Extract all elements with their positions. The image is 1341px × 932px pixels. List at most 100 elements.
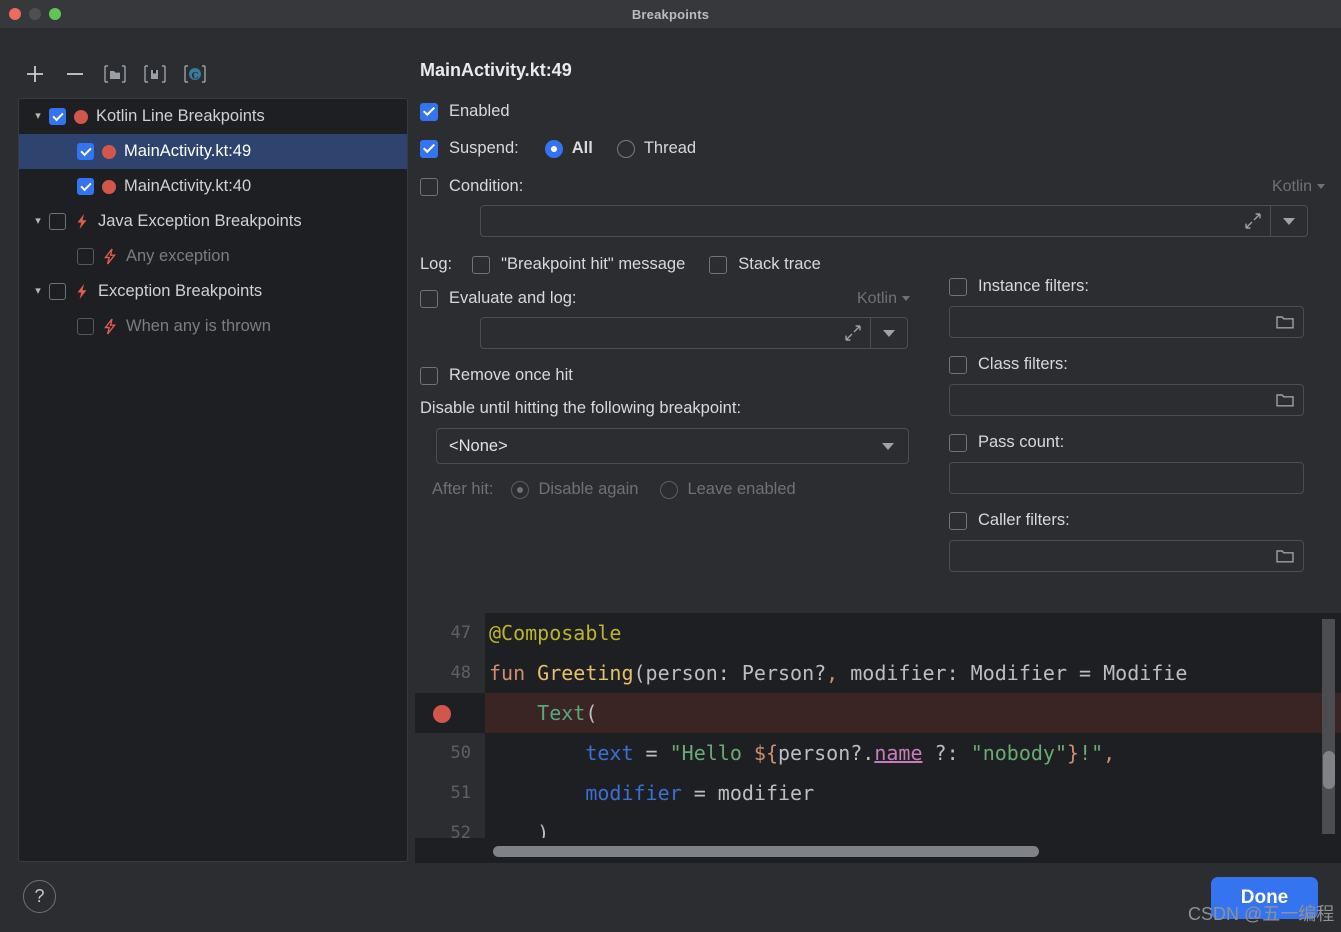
condition-checkbox[interactable]	[420, 178, 438, 196]
tree-row[interactable]: ▾ Java Exception Breakpoints	[19, 204, 407, 239]
breakpoints-tree[interactable]: ▾ Kotlin Line Breakpoints ▾ MainActivity…	[18, 98, 408, 862]
save-disk-icon	[142, 63, 168, 85]
add-breakpoint-button[interactable]	[18, 58, 52, 90]
suspend-all-label: All	[572, 139, 593, 158]
code-gutter[interactable]: 47 48 50 51 52	[415, 613, 485, 838]
tree-item-label: Java Exception Breakpoints	[98, 212, 302, 231]
code-horizontal-scrollbar[interactable]	[493, 846, 1341, 857]
code-vertical-scrollbar[interactable]	[1322, 619, 1335, 834]
exception-bolt-icon	[74, 283, 90, 300]
instance-filters-row[interactable]: Instance filters:	[949, 277, 1309, 296]
tree-row[interactable]: ▾ Kotlin Line Breakpoints	[19, 99, 407, 134]
evaluate-log-input[interactable]	[480, 317, 908, 349]
remove-once-hit-checkbox[interactable]	[420, 367, 438, 385]
class-filters-checkbox[interactable]	[949, 356, 967, 374]
help-button[interactable]: ?	[23, 880, 56, 913]
tree-item-label: Exception Breakpoints	[98, 282, 262, 301]
after-hit-disable-again-radio	[511, 481, 529, 499]
tree-item-checkbox[interactable]	[77, 178, 94, 195]
after-hit-leave-enabled-radio	[660, 481, 678, 499]
code-lines[interactable]: @Composable fun Greeting(person: Person?…	[485, 613, 1341, 838]
traffic-lights	[9, 8, 61, 20]
suspend-all-radio[interactable]	[545, 140, 563, 158]
gutter-line-number: 48	[415, 653, 485, 693]
gutter-breakpoint-marker[interactable]	[415, 693, 485, 733]
breakpoint-dot-icon	[102, 180, 116, 194]
tree-item-checkbox[interactable]	[49, 108, 66, 125]
page-title: MainActivity.kt:49	[420, 60, 1325, 81]
exception-bolt-icon	[102, 318, 118, 335]
window-title-bar: Breakpoints	[0, 0, 1341, 28]
chevron-down-icon[interactable]: ▾	[27, 111, 49, 122]
evaluate-and-log-row[interactable]: Evaluate and log: Kotlin	[420, 289, 910, 308]
chevron-down-icon[interactable]: ▾	[27, 216, 49, 227]
remove-breakpoint-button[interactable]	[58, 58, 92, 90]
tree-row[interactable]: ▾ MainActivity.kt:40	[19, 169, 407, 204]
suspend-row[interactable]: Suspend: All Thread	[420, 139, 1325, 158]
open-breakpoints-button[interactable]	[98, 58, 132, 90]
tree-row[interactable]: ▾ When any is thrown	[19, 309, 407, 344]
tree-item-checkbox[interactable]	[77, 248, 94, 265]
save-breakpoints-button[interactable]	[138, 58, 172, 90]
enabled-checkbox[interactable]	[420, 103, 438, 121]
disable-until-select[interactable]: <None>	[436, 428, 909, 464]
mute-breakpoints-button[interactable]: C	[178, 58, 212, 90]
code-line: modifier = modifier	[485, 773, 1341, 813]
folder-icon[interactable]	[1267, 313, 1303, 331]
caller-filters-input[interactable]	[949, 540, 1304, 572]
caller-filters-checkbox[interactable]	[949, 512, 967, 530]
suspend-checkbox[interactable]	[420, 140, 438, 158]
condition-row[interactable]: Condition: Kotlin	[420, 177, 1325, 196]
caller-filters-row[interactable]: Caller filters:	[949, 511, 1309, 530]
evaluate-language-selector[interactable]: Kotlin	[857, 290, 910, 308]
evaluate-history-dropdown[interactable]	[871, 330, 907, 337]
enabled-row[interactable]: Enabled	[420, 102, 1325, 121]
instance-filters-checkbox[interactable]	[949, 278, 967, 296]
scrollbar-thumb[interactable]	[1323, 751, 1335, 789]
breakpoints-toolbar: C	[18, 58, 212, 90]
pass-count-input[interactable]	[949, 462, 1304, 494]
chevron-down-icon[interactable]: ▾	[27, 286, 49, 297]
caret-down-icon	[882, 443, 894, 450]
class-filters-input[interactable]	[949, 384, 1304, 416]
pass-count-row[interactable]: Pass count:	[949, 433, 1309, 452]
condition-history-dropdown[interactable]	[1271, 218, 1307, 225]
tree-row[interactable]: ▾ MainActivity.kt:49	[19, 134, 407, 169]
close-window-button[interactable]	[9, 8, 21, 20]
tree-row[interactable]: ▾ Exception Breakpoints	[19, 274, 407, 309]
condition-language-selector[interactable]: Kotlin	[1272, 178, 1325, 196]
pass-count-checkbox[interactable]	[949, 434, 967, 452]
pass-count-label: Pass count:	[978, 433, 1064, 452]
evaluate-language-label: Kotlin	[857, 290, 897, 308]
code-line: Text(	[485, 693, 1341, 733]
filters-column: Instance filters: Class filters: Pass co…	[949, 277, 1309, 572]
evaluate-log-checkbox[interactable]	[420, 290, 438, 308]
suspend-thread-radio[interactable]	[617, 140, 635, 158]
zoom-window-button[interactable]	[49, 8, 61, 20]
tree-item-checkbox[interactable]	[77, 143, 94, 160]
class-filters-row[interactable]: Class filters:	[949, 355, 1309, 374]
tree-item-checkbox[interactable]	[49, 213, 66, 230]
done-button[interactable]: Done	[1211, 877, 1318, 919]
tree-row[interactable]: ▾ Any exception	[19, 239, 407, 274]
log-stacktrace-checkbox[interactable]	[709, 256, 727, 274]
tree-item-checkbox[interactable]	[49, 283, 66, 300]
exception-bolt-icon	[102, 248, 118, 265]
code-preview[interactable]: 47 48 50 51 52 @Composable fun Greeting(…	[415, 613, 1341, 863]
minimize-window-button[interactable]	[29, 8, 41, 20]
expand-editor-icon[interactable]	[836, 324, 870, 342]
tree-item-checkbox[interactable]	[77, 318, 94, 335]
expand-editor-icon[interactable]	[1236, 212, 1270, 230]
caret-down-icon	[883, 330, 895, 337]
class-filters-label: Class filters:	[978, 355, 1068, 374]
remove-once-hit-label: Remove once hit	[449, 366, 573, 385]
condition-input[interactable]	[480, 205, 1308, 237]
caret-down-icon	[1283, 218, 1295, 225]
after-hit-disable-again-label: Disable again	[538, 480, 638, 499]
scrollbar-thumb[interactable]	[493, 846, 1039, 857]
folder-icon[interactable]	[1267, 547, 1303, 565]
instance-filters-input[interactable]	[949, 306, 1304, 338]
log-message-checkbox[interactable]	[472, 256, 490, 274]
code-line: fun Greeting(person: Person?, modifier: …	[485, 653, 1341, 693]
folder-icon[interactable]	[1267, 391, 1303, 409]
